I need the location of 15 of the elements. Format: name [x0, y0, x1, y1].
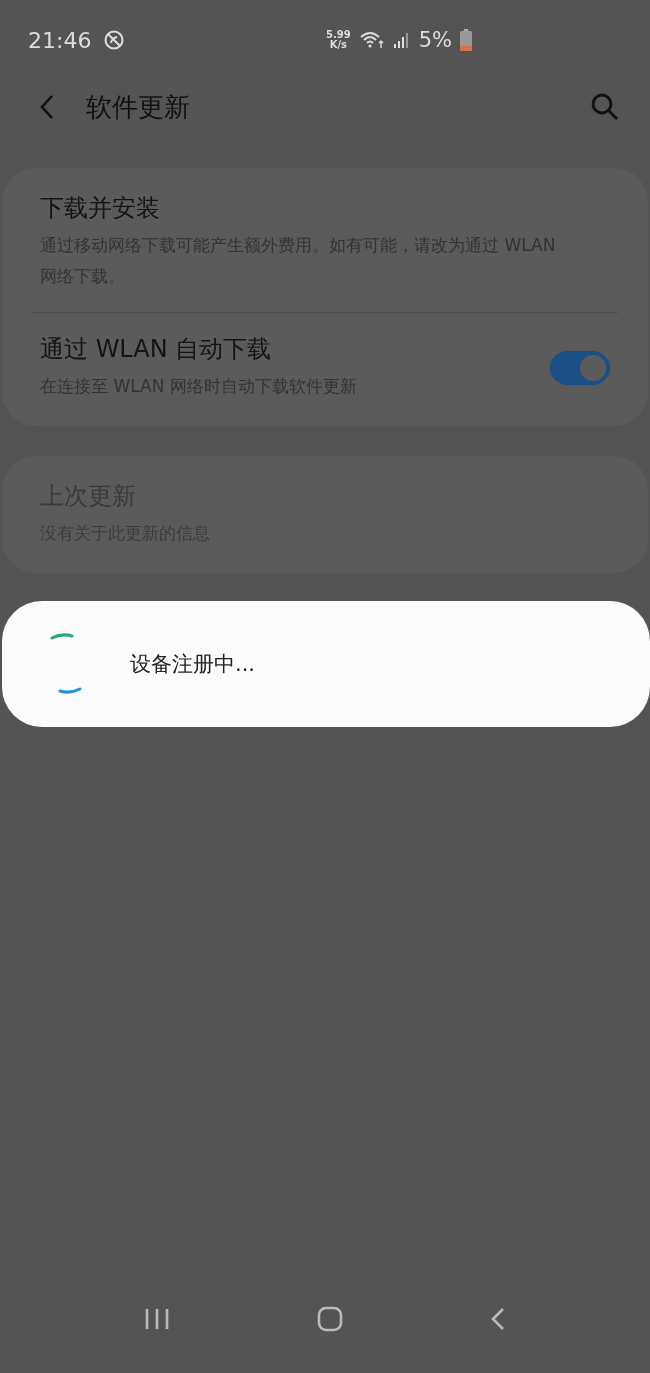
- blocked-icon: [103, 29, 126, 51]
- recent-apps-icon: [143, 1308, 170, 1330]
- battery-percent: 5%: [418, 28, 452, 52]
- wifi-icon: [358, 30, 385, 50]
- signal-icon: [392, 31, 411, 49]
- back-icon: [490, 1307, 507, 1331]
- dialog-message: 设备注册中...: [130, 651, 256, 678]
- status-time: 21:46: [28, 27, 92, 53]
- battery-icon: [460, 29, 472, 51]
- page-title: 软件更新: [86, 90, 190, 124]
- toggle-switch[interactable]: [550, 350, 610, 385]
- setting-title[interactable]: 通过 WLAN 自动下载: [40, 333, 540, 365]
- setting-title[interactable]: 下载并安装: [40, 192, 570, 224]
- home-icon: [317, 1306, 343, 1332]
- network-speed: 5.99 K/s: [326, 30, 351, 50]
